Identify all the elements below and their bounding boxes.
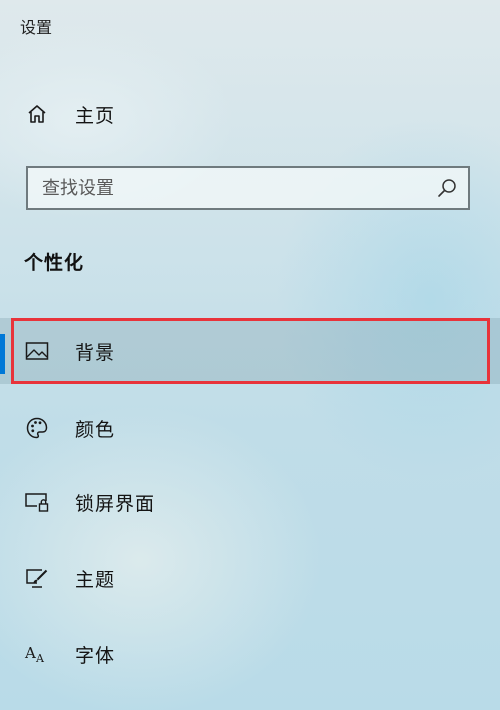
nav-home[interactable]: 主页	[0, 94, 500, 134]
font-icon: A A	[24, 641, 50, 667]
selection-indicator	[0, 334, 5, 374]
svg-text:A: A	[35, 652, 45, 665]
window-title: 设置	[20, 18, 53, 37]
sidebar-item-label: 字体	[75, 644, 116, 667]
sidebar-item-label: 颜色	[75, 418, 116, 441]
search-box[interactable]	[26, 166, 470, 210]
sidebar-item-colors[interactable]: 颜色	[0, 408, 500, 448]
section-heading: 个性化	[24, 252, 85, 274]
sidebar-item-fonts[interactable]: A A 字体	[0, 634, 500, 674]
lock-screen-icon	[24, 489, 50, 515]
palette-icon	[24, 415, 50, 441]
sidebar-item-label: 锁屏界面	[75, 492, 156, 515]
svg-text:A: A	[24, 644, 36, 662]
search-icon[interactable]	[436, 177, 458, 199]
sidebar-item-themes[interactable]: 主题	[0, 558, 500, 598]
sidebar-item-label: 主题	[75, 568, 116, 591]
nav-home-label: 主页	[75, 104, 116, 127]
sidebar-item-lock-screen[interactable]: 锁屏界面	[0, 482, 500, 522]
home-icon	[24, 101, 50, 127]
search-input[interactable]	[42, 168, 422, 208]
theme-brush-icon	[24, 565, 50, 591]
highlight-annotation	[11, 318, 490, 384]
